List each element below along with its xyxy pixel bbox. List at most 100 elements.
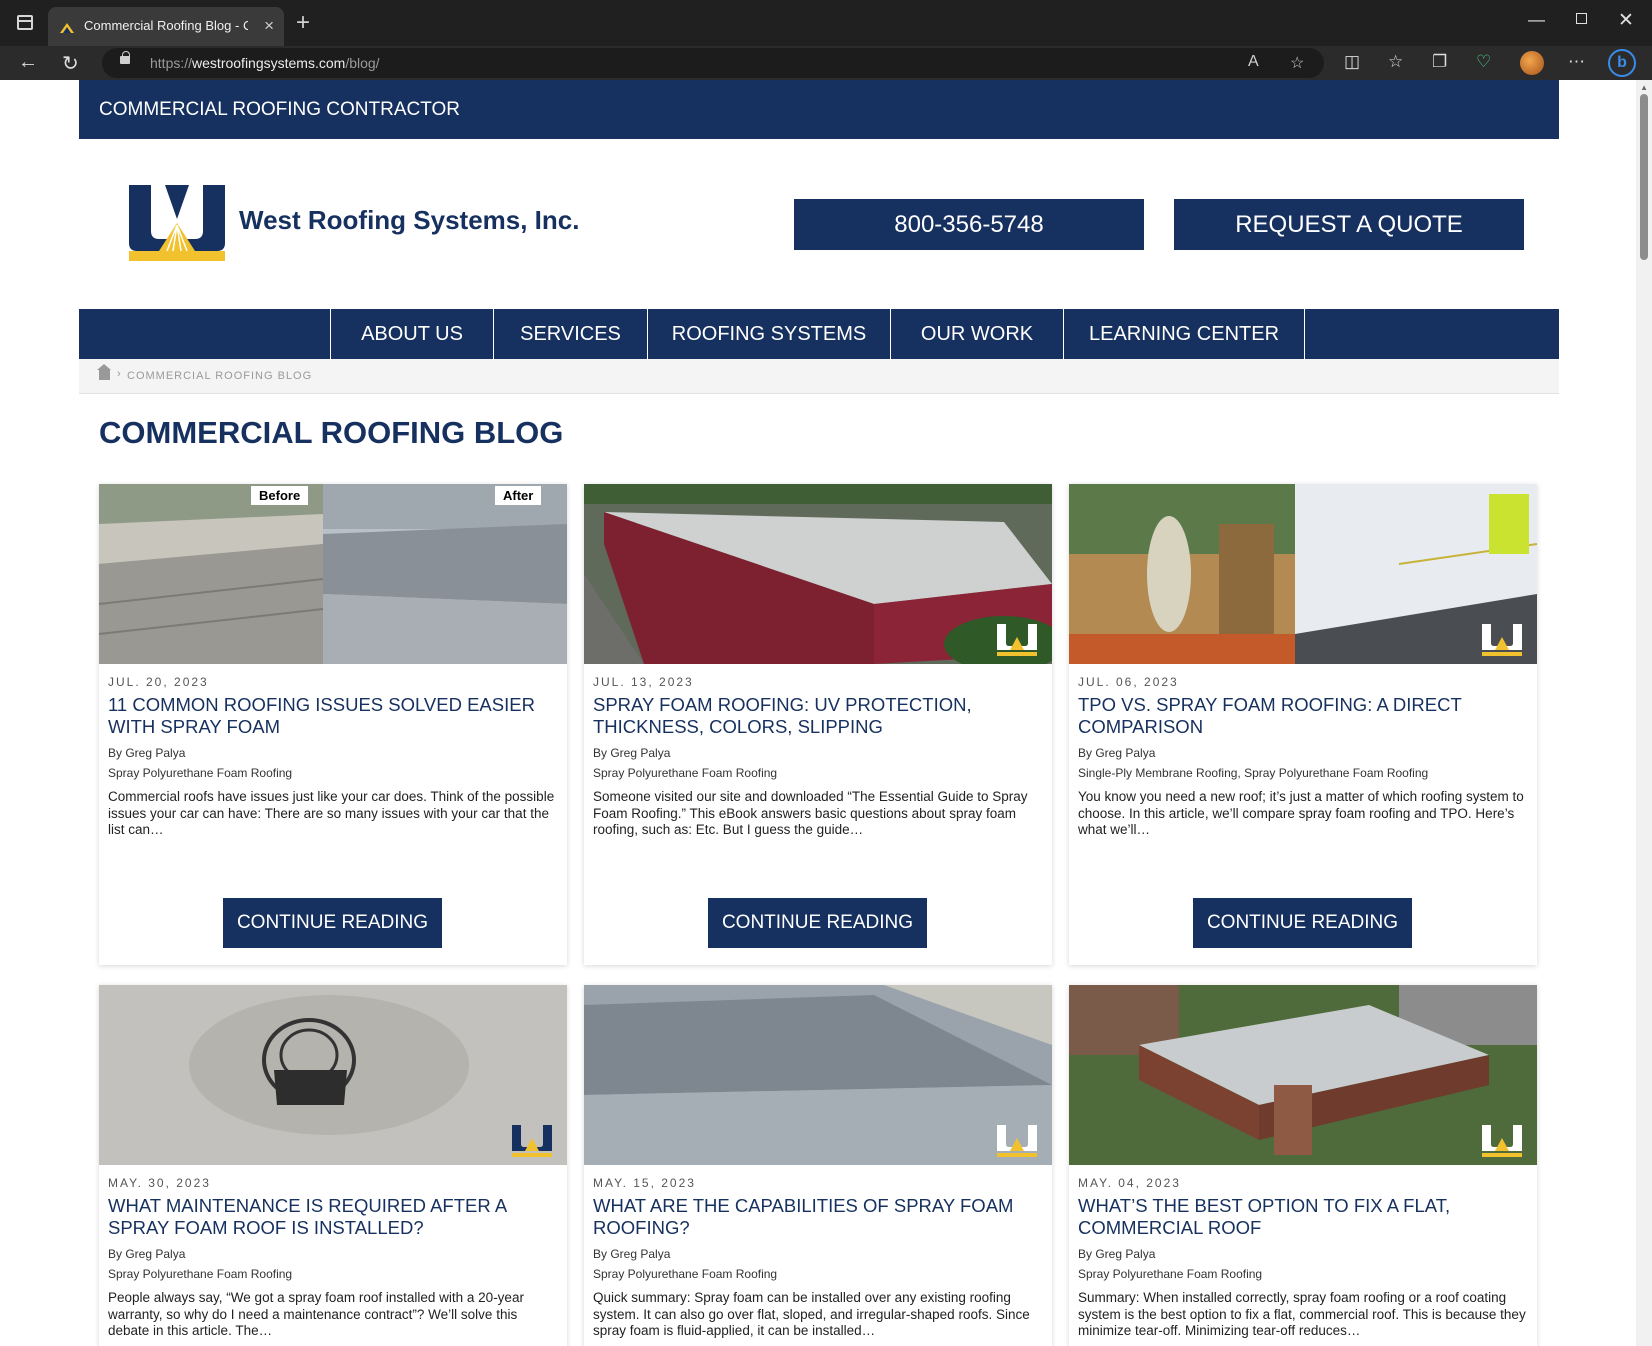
post-title[interactable]: WHAT MAINTENANCE IS REQUIRED AFTER A SPR… xyxy=(108,1195,548,1239)
collections-icon[interactable]: ❐ xyxy=(1432,52,1447,72)
blog-card: JUL. 06, 2023 TPO VS. SPRAY FOAM ROOFING… xyxy=(1069,484,1537,965)
url-field[interactable]: https://westroofingsystems.com/blog/ A ☆ xyxy=(102,48,1324,78)
maximize-icon[interactable] xyxy=(1576,13,1587,24)
post-date: MAY. 04, 2023 xyxy=(1078,1176,1181,1190)
post-category[interactable]: Spray Polyurethane Foam Roofing xyxy=(1078,1267,1262,1281)
browser-essentials-icon[interactable]: ♡ xyxy=(1476,52,1491,72)
post-date: MAY. 15, 2023 xyxy=(593,1176,696,1190)
post-author[interactable]: By Greg Palya xyxy=(593,1247,670,1261)
phone-button[interactable]: 800-356-5748 xyxy=(794,199,1144,250)
tab-close-icon[interactable]: × xyxy=(264,16,274,36)
post-author[interactable]: By Greg Palya xyxy=(1078,746,1155,760)
post-title[interactable]: SPRAY FOAM ROOFING: UV PROTECTION, THICK… xyxy=(593,694,1033,738)
blog-card: MAY. 04, 2023 WHAT’S THE BEST OPTION TO … xyxy=(1069,985,1537,1346)
nav-services[interactable]: SERVICES xyxy=(493,309,647,359)
post-title[interactable]: TPO VS. SPRAY FOAM ROOFING: A DIRECT COM… xyxy=(1078,694,1518,738)
tab-title: Commercial Roofing Blog - Cleve xyxy=(84,18,248,33)
blog-card: JUL. 13, 2023 SPRAY FOAM ROOFING: UV PRO… xyxy=(584,484,1052,965)
lock-icon xyxy=(120,51,130,64)
watermark-logo-icon xyxy=(512,1125,552,1157)
post-title[interactable]: WHAT’S THE BEST OPTION TO FIX A FLAT, CO… xyxy=(1078,1195,1518,1239)
nav-learning-center[interactable]: LEARNING CENTER xyxy=(1063,309,1305,359)
blog-card: MAY. 30, 2023 WHAT MAINTENANCE IS REQUIR… xyxy=(99,985,567,1346)
refresh-icon[interactable]: ↻ xyxy=(62,51,79,76)
breadcrumb: › COMMERCIAL ROOFING BLOG xyxy=(79,359,1559,394)
blog-card: Before After JUL. 20, 2023 11 COMMON ROO… xyxy=(99,484,567,965)
top-strip: COMMERCIAL ROOFING CONTRACTOR xyxy=(79,80,1559,139)
watermark-logo-icon xyxy=(997,624,1037,656)
watermark-logo-icon xyxy=(1482,1125,1522,1157)
page-scrollbar[interactable]: ▲ xyxy=(1636,80,1652,1346)
main-navigation: ABOUT US SERVICES ROOFING SYSTEMS OUR WO… xyxy=(79,309,1559,359)
tab-actions-icon[interactable] xyxy=(17,15,33,30)
post-date: JUL. 13, 2023 xyxy=(593,675,694,689)
continue-reading-button[interactable]: CONTINUE READING xyxy=(708,898,927,948)
post-date: MAY. 30, 2023 xyxy=(108,1176,211,1190)
browser-address-bar: ← ↻ https://westroofingsystems.com/blog/… xyxy=(0,46,1652,80)
continue-reading-button[interactable]: CONTINUE READING xyxy=(223,898,442,948)
blog-card: MAY. 15, 2023 WHAT ARE THE CAPABILITIES … xyxy=(584,985,1052,1346)
minimize-icon[interactable]: — xyxy=(1528,10,1545,30)
post-category[interactable]: Spray Polyurethane Foam Roofing xyxy=(108,1267,292,1281)
school-aerial-image xyxy=(1069,985,1537,1165)
nav-our-work[interactable]: OUR WORK xyxy=(890,309,1063,359)
post-image[interactable] xyxy=(584,484,1052,664)
post-image[interactable] xyxy=(1069,985,1537,1165)
roof-drain-image xyxy=(99,985,567,1165)
request-quote-button[interactable]: REQUEST A QUOTE xyxy=(1174,199,1524,250)
after-label: After xyxy=(495,486,542,505)
post-title[interactable]: 11 COMMON ROOFING ISSUES SOLVED EASIER W… xyxy=(108,694,548,738)
post-category[interactable]: Spray Polyurethane Foam Roofing xyxy=(593,766,777,780)
watermark-logo-icon xyxy=(1482,624,1522,656)
site-favicon-icon xyxy=(60,23,74,33)
favorites-icon[interactable]: ☆ xyxy=(1388,52,1403,72)
post-author[interactable]: By Greg Palya xyxy=(108,1247,185,1261)
post-excerpt: Summary: When installed correctly, spray… xyxy=(1078,1290,1526,1338)
more-menu-icon[interactable]: ⋯ xyxy=(1568,52,1585,72)
split-screen-icon[interactable]: ◫ xyxy=(1344,52,1360,72)
copilot-icon[interactable]: b xyxy=(1608,49,1636,77)
post-image[interactable] xyxy=(1069,484,1537,664)
profile-avatar[interactable] xyxy=(1520,51,1544,75)
nav-roofing-systems[interactable]: ROOFING SYSTEMS xyxy=(647,309,890,359)
post-excerpt: You know you need a new roof; it’s just … xyxy=(1078,789,1524,837)
post-category[interactable]: Spray Polyurethane Foam Roofing xyxy=(593,1267,777,1281)
browser-tab-active[interactable]: Commercial Roofing Blog - Cleve × xyxy=(48,7,284,46)
url-text: https://westroofingsystems.com/blog/ xyxy=(150,55,380,71)
back-icon[interactable]: ← xyxy=(18,51,38,74)
breadcrumb-current: COMMERCIAL ROOFING BLOG xyxy=(127,370,313,382)
scroll-up-icon[interactable]: ▲ xyxy=(1640,83,1648,92)
post-image[interactable] xyxy=(99,985,567,1165)
post-author[interactable]: By Greg Palya xyxy=(1078,1247,1155,1261)
favorite-star-icon[interactable]: ☆ xyxy=(1290,53,1304,73)
post-date: JUL. 06, 2023 xyxy=(1078,675,1179,689)
post-category[interactable]: Single-Ply Membrane Roofing, Spray Polyu… xyxy=(1078,766,1428,780)
post-category[interactable]: Spray Polyurethane Foam Roofing xyxy=(108,766,292,780)
post-image[interactable]: Before After xyxy=(99,484,567,664)
spray-foam-roof-image xyxy=(584,985,1052,1165)
building-aerial-image xyxy=(584,484,1052,664)
tpo-spray-comparison-image xyxy=(1069,484,1537,664)
post-date: JUL. 20, 2023 xyxy=(108,675,209,689)
site-header: West Roofing Systems, Inc. 800-356-5748 … xyxy=(79,139,1559,309)
new-tab-icon[interactable]: + xyxy=(296,9,310,37)
brand-name[interactable]: West Roofing Systems, Inc. xyxy=(239,205,579,236)
scrollbar-thumb[interactable] xyxy=(1640,94,1648,260)
post-author[interactable]: By Greg Palya xyxy=(108,746,185,760)
site-container: COMMERCIAL ROOFING CONTRACTOR West Roofi… xyxy=(79,80,1559,1346)
close-window-icon[interactable]: ✕ xyxy=(1618,9,1634,32)
company-logo-icon[interactable] xyxy=(129,185,225,261)
page-title: COMMERCIAL ROOFING BLOG xyxy=(99,415,564,450)
before-after-image xyxy=(99,484,567,664)
read-aloud-icon[interactable]: A xyxy=(1248,53,1259,71)
home-icon[interactable] xyxy=(97,364,111,380)
chevron-right-icon: › xyxy=(117,368,121,380)
post-excerpt: Commercial roofs have issues just like y… xyxy=(108,789,555,837)
nav-about-us[interactable]: ABOUT US xyxy=(330,309,493,359)
before-label: Before xyxy=(251,486,309,505)
post-image[interactable] xyxy=(584,985,1052,1165)
watermark-logo-icon xyxy=(997,1125,1037,1157)
post-title[interactable]: WHAT ARE THE CAPABILITIES OF SPRAY FOAM … xyxy=(593,1195,1033,1239)
post-author[interactable]: By Greg Palya xyxy=(593,746,670,760)
continue-reading-button[interactable]: CONTINUE READING xyxy=(1193,898,1412,948)
